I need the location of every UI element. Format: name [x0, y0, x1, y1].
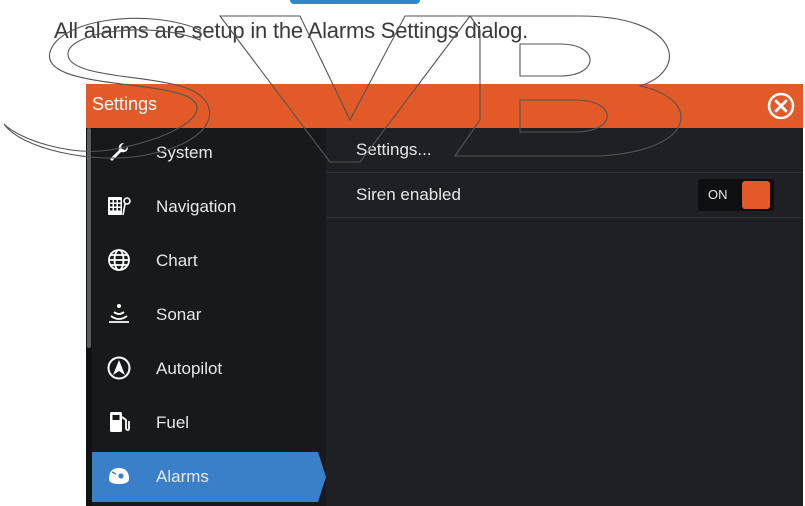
settings-row-label: Settings...	[356, 140, 432, 159]
sidebar-item-label: Alarms	[156, 467, 209, 486]
close-icon[interactable]	[765, 90, 797, 122]
sidebar-item-label: Sonar	[156, 305, 202, 324]
sidebar-scroll-thumb[interactable]	[87, 128, 91, 348]
sidebar-item-label: Chart	[156, 251, 198, 270]
siren-enabled-row[interactable]: Siren enabled ON	[326, 173, 803, 218]
settings-content: Settings... Siren enabled ON	[326, 128, 803, 506]
sidebar-item-sonar[interactable]: Sonar	[92, 290, 326, 340]
dialog-titlebar: Settings	[86, 84, 803, 128]
siren-enabled-label: Siren enabled	[356, 185, 461, 204]
heading-fragment	[0, 0, 805, 8]
sidebar-item-label: Fuel	[156, 413, 190, 432]
settings-sidebar: System Navigation Chart Sonar Autopilot …	[86, 128, 326, 506]
siren-toggle[interactable]: ON	[698, 179, 774, 211]
alarm-icon	[109, 468, 129, 484]
intro-text: All alarms are setup in the Alarms Setti…	[54, 18, 529, 43]
globe-icon	[108, 249, 130, 271]
sidebar-item-navigation[interactable]: Navigation	[92, 182, 326, 232]
dialog-title: Settings	[92, 94, 158, 114]
sonar-icon	[109, 304, 129, 323]
sidebar-item-label: System	[156, 143, 213, 162]
sidebar-item-fuel[interactable]: Fuel	[92, 398, 326, 448]
fuel-pump-icon	[110, 412, 130, 432]
toggle-state-label: ON	[708, 187, 728, 202]
sidebar-item-system[interactable]: System	[92, 128, 326, 178]
sidebar-item-alarms[interactable]: Alarms	[92, 452, 326, 502]
settings-row[interactable]: Settings...	[326, 128, 803, 173]
sidebar-item-label: Autopilot	[156, 359, 223, 378]
toggle-knob	[742, 181, 770, 209]
wrench-icon	[110, 143, 128, 161]
sidebar-item-label: Navigation	[156, 197, 237, 216]
sidebar-item-autopilot[interactable]: Autopilot	[92, 344, 326, 394]
autopilot-icon	[107, 356, 131, 380]
settings-dialog: Settings System Navigation Chart Sonar A…	[86, 84, 803, 506]
sidebar-item-chart[interactable]: Chart	[92, 236, 326, 286]
navigation-icon	[108, 197, 131, 216]
